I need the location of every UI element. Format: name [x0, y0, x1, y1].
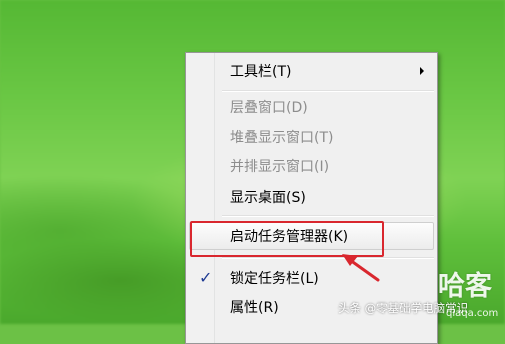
menu-item-side-by-side-windows[interactable]: 并排显示窗口(I) — [189, 153, 434, 179]
menu-item-label: 锁定任务栏(L) — [230, 271, 319, 287]
watermark-site: qiaqa.com — [446, 308, 499, 319]
menu-item-lock-taskbar[interactable]: ✓ 锁定任务栏(L) — [189, 265, 434, 291]
annotation-arrow-icon — [342, 254, 380, 282]
menu-item-label: 并排显示窗口(I) — [230, 159, 330, 175]
menu-separator — [222, 257, 434, 259]
menu-item-label: 堆叠显示窗口(T) — [230, 130, 334, 146]
menu-item-show-desktop[interactable]: 显示桌面(S) — [189, 184, 434, 210]
menu-item-stack-windows[interactable]: 堆叠显示窗口(T) — [189, 124, 434, 150]
menu-item-label: 显示桌面(S) — [230, 190, 306, 206]
menu-item-cascade-windows[interactable]: 层叠窗口(D) — [189, 94, 434, 120]
submenu-arrow-icon — [420, 67, 424, 75]
menu-item-label: 属性(R) — [230, 300, 279, 316]
menu-item-toolbars[interactable]: 工具栏(T) — [189, 58, 434, 84]
menu-separator — [222, 215, 434, 217]
menu-separator — [222, 90, 434, 92]
watermark-logo: 哈客 — [438, 271, 492, 302]
menu-item-label: 工具栏(T) — [230, 64, 292, 80]
menu-item-label: 层叠窗口(D) — [230, 100, 308, 116]
checkmark-icon: ✓ — [199, 268, 213, 287]
